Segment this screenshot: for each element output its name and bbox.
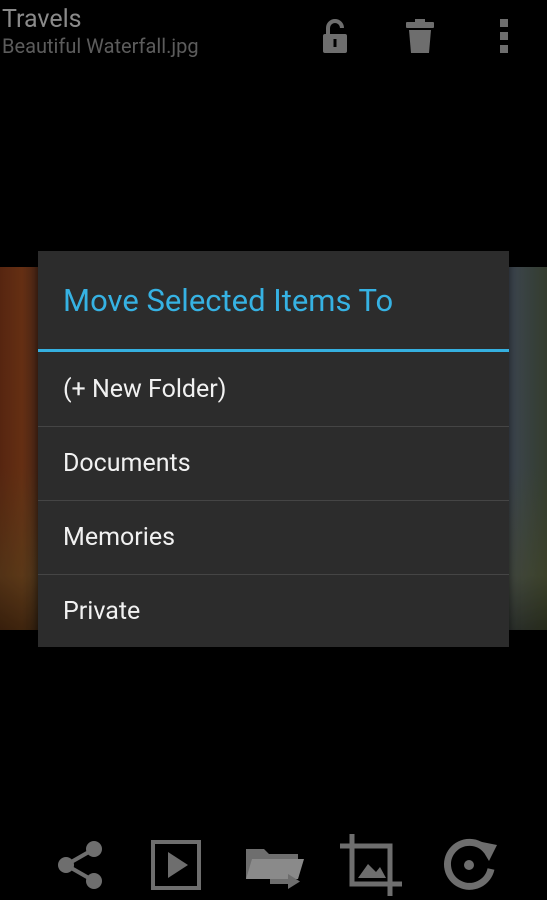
file-name: Beautiful Waterfall.jpg <box>2 34 199 58</box>
album-title: Travels <box>2 5 82 34</box>
folder-item-private[interactable]: Private <box>38 574 509 648</box>
gallery-screen: Travels Beautiful Waterfall.jpg Move Sel… <box>0 0 547 900</box>
overflow-menu-button[interactable] <box>484 16 524 56</box>
rotate-button[interactable] <box>436 832 502 898</box>
slideshow-button[interactable] <box>143 832 209 898</box>
folder-item-documents[interactable]: Documents <box>38 426 509 500</box>
share-button[interactable] <box>47 832 113 898</box>
action-bar: Travels Beautiful Waterfall.jpg <box>0 0 547 66</box>
unlock-icon <box>323 19 347 53</box>
share-icon <box>58 841 102 889</box>
folder-item-memories[interactable]: Memories <box>38 500 509 574</box>
trash-icon <box>406 19 434 53</box>
move-to-folder-button[interactable] <box>242 832 308 898</box>
delete-button[interactable] <box>400 16 440 56</box>
title-block: Travels Beautiful Waterfall.jpg <box>2 5 199 57</box>
move-to-folder-icon <box>246 849 304 889</box>
bottom-toolbar <box>0 826 547 900</box>
overflow-menu-icon <box>500 19 508 53</box>
unlock-button[interactable] <box>315 16 355 56</box>
folder-list: (+ New Folder) Documents Memories Privat… <box>38 352 509 648</box>
crop-icon <box>340 834 402 896</box>
dialog-title: Move Selected Items To <box>38 251 509 352</box>
crop-button[interactable] <box>338 832 404 898</box>
slideshow-icon <box>151 840 201 890</box>
move-items-dialog: Move Selected Items To (+ New Folder) Do… <box>38 251 509 647</box>
rotate-icon <box>444 838 497 890</box>
new-folder-item[interactable]: (+ New Folder) <box>38 352 509 426</box>
